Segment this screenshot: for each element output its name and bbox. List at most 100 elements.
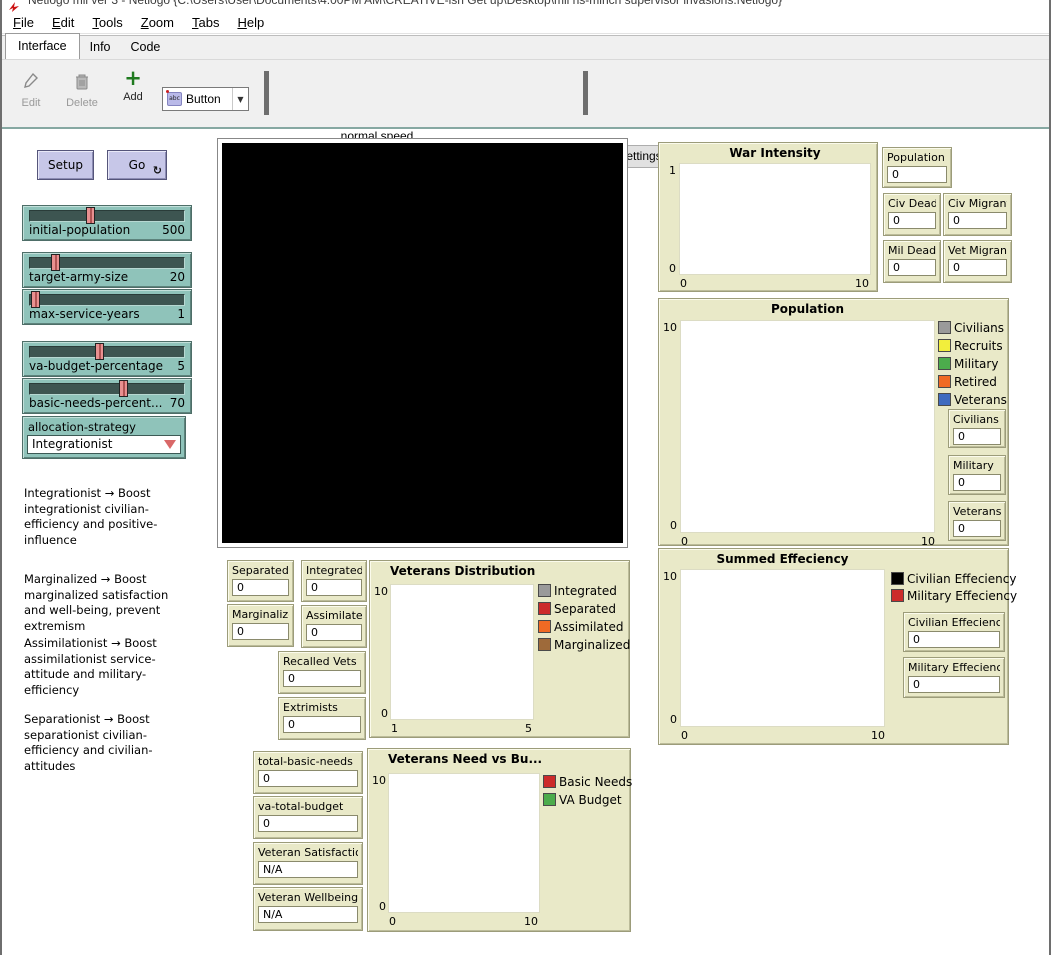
edit-widget-button[interactable]: Edit <box>16 72 46 109</box>
slider-handle[interactable] <box>86 207 95 224</box>
legend-swatch-retired <box>938 375 951 388</box>
menu-tools[interactable]: Tools <box>83 13 131 32</box>
legend-label: VA Budget <box>559 793 622 807</box>
netlogo-window: Netlogo mil ver 3 - Netlogo {C:\Users\Us… <box>0 0 1051 955</box>
legend-item: Recruits <box>938 338 1003 353</box>
slider-va-budget-percentage[interactable]: va-budget-percentage 5 <box>22 341 192 377</box>
slider-value: 1 <box>177 307 185 321</box>
monitor-value: 0 <box>908 676 1000 693</box>
title-text: Netlogo mil ver 3 - Netlogo {C:\Users\Us… <box>28 0 782 7</box>
world-view-canvas <box>222 143 623 543</box>
monitor-population: Population 0 <box>882 147 952 188</box>
widget-type-dropdown[interactable]: abc Button ▼ <box>162 87 249 111</box>
monitor-label: Vet Migrants <box>948 244 1007 257</box>
slider-track <box>29 383 185 395</box>
monitor-veteran-satisfaction: Veteran Satisfaction N/A <box>253 842 363 885</box>
x-axis-tick: 0 <box>389 915 396 928</box>
tab-info[interactable]: Info <box>80 36 121 59</box>
slider-value: 5 <box>177 359 185 373</box>
legend-swatch-recruits <box>938 339 951 352</box>
menu-tabs[interactable]: Tabs <box>183 13 228 32</box>
menu-file[interactable]: File <box>4 13 43 32</box>
legend-label: Civilian Effeciency <box>907 572 1016 586</box>
legend-label: Veterans <box>954 393 1007 407</box>
monitor-civilians: Civilians 0 <box>948 409 1006 448</box>
netlogo-app-icon <box>9 2 19 12</box>
monitor-label: Assimilated <box>306 609 362 622</box>
monitor-label: Integrated <box>306 564 362 577</box>
legend-item: Military <box>938 356 998 371</box>
plot-title: Summed Effeciency <box>680 552 885 566</box>
y-axis-tick: 0 <box>369 900 386 913</box>
go-button[interactable]: Go ↻ <box>107 150 167 180</box>
chooser-allocation-strategy[interactable]: allocation-strategy Integrationist <box>22 416 186 459</box>
monitor-veterans: Veterans 0 <box>948 501 1006 541</box>
legend-swatch-va-budget <box>543 793 556 806</box>
tab-bar: Interface Info Code <box>2 35 1049 59</box>
monitor-value: 0 <box>908 631 1000 648</box>
chooser-selected-value[interactable]: Integrationist <box>27 435 181 454</box>
x-axis-tick: 0 <box>681 729 688 742</box>
slider-name: va-budget-percentage <box>29 359 163 373</box>
world-view <box>217 138 628 548</box>
note-integrationist: Integrationist → Boost integrationist ci… <box>24 486 186 548</box>
legend-label: Marginalized <box>554 638 630 652</box>
monitor-label: Veterans <box>953 505 1001 518</box>
add-widget-button[interactable]: + Add <box>118 68 148 103</box>
legend-swatch-basic-needs <box>543 775 556 788</box>
slider-basic-needs-percent[interactable]: basic-needs-percent...70 <box>22 378 192 414</box>
slider-track <box>29 346 185 358</box>
legend-swatch-marginalized <box>538 638 551 651</box>
legend-item: Marginalized <box>538 637 630 652</box>
setup-button[interactable]: Setup <box>37 150 94 180</box>
y-axis-tick: 10 <box>660 321 677 334</box>
monitor-civ-dead: Civ Dead 0 <box>883 193 941 236</box>
toolbar-divider <box>264 71 269 115</box>
add-label: Add <box>118 91 148 103</box>
monitor-value: 0 <box>948 259 1007 276</box>
legend-label: Civilians <box>954 321 1004 335</box>
legend-item: Assimilated <box>538 619 623 634</box>
widget-type-value: Button <box>186 92 232 106</box>
slider-max-service-years[interactable]: max-service-years1 <box>22 289 192 325</box>
note-marginalized: Marginalized → Boost marginalized satisf… <box>24 572 186 634</box>
pencil-icon <box>23 72 39 90</box>
monitor-value: 0 <box>306 624 362 641</box>
menu-bar: File Edit Tools Zoom Tabs Help <box>2 12 1049 34</box>
slider-initial-population[interactable]: initial-population 500 <box>22 205 192 241</box>
slider-track <box>29 294 185 306</box>
slider-handle[interactable] <box>31 291 40 308</box>
menu-help[interactable]: Help <box>228 13 273 32</box>
slider-track <box>29 210 185 222</box>
tab-code[interactable]: Code <box>121 36 171 59</box>
monitor-military: Military 0 <box>948 455 1006 495</box>
slider-handle[interactable] <box>51 254 60 271</box>
slider-value: 500 <box>162 223 185 237</box>
menu-zoom[interactable]: Zoom <box>132 13 183 32</box>
tab-interface[interactable]: Interface <box>5 33 80 59</box>
monitor-value: 0 <box>953 474 1001 491</box>
slider-handle[interactable] <box>95 343 104 360</box>
legend-item: Civilian Effeciency <box>891 571 1016 586</box>
y-axis-tick: 0 <box>660 713 677 726</box>
x-axis-tick: 10 <box>863 729 885 742</box>
legend-item: VA Budget <box>543 792 622 807</box>
legend-label: Retired <box>954 375 997 389</box>
plot-veterans-distribution: Veterans Distribution 10 0 1 5 Integrate… <box>369 560 630 738</box>
y-axis-tick: 0 <box>660 262 676 275</box>
plot-title: Veterans Distribution <box>390 564 534 578</box>
note-separationist: Separationist → Boost separationist civi… <box>24 712 186 774</box>
plot-area <box>390 584 534 720</box>
y-axis-tick: 10 <box>369 774 386 787</box>
monitor-assimilated: Assimilated 0 <box>301 605 367 648</box>
monitor-label: Civ Dead <box>888 197 936 210</box>
slider-handle[interactable] <box>119 380 128 397</box>
toolbar-divider <box>583 71 588 115</box>
slider-name: initial-population <box>29 223 130 237</box>
slider-target-army-size[interactable]: target-army-size20 <box>22 252 192 288</box>
monitor-value: 0 <box>283 716 361 733</box>
menu-edit[interactable]: Edit <box>43 13 83 32</box>
delete-widget-button[interactable]: Delete <box>61 72 103 109</box>
monitor-total-basic-needs: total-basic-needs 0 <box>253 751 363 794</box>
monitor-label: total-basic-needs <box>258 755 358 768</box>
